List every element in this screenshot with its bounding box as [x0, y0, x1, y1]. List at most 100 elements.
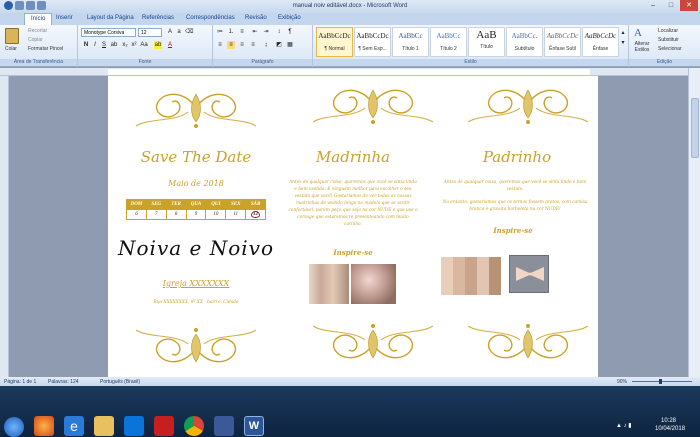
clipboard-group-label: Área de Transferência: [0, 59, 77, 66]
heart-date: 12: [251, 211, 261, 218]
cal-head: TER: [165, 199, 187, 210]
chrome-icon[interactable]: [184, 416, 204, 436]
borders-icon[interactable]: ▦: [286, 41, 294, 49]
vertical-scrollbar[interactable]: [688, 68, 700, 377]
style-sample: AaBbCcDc: [318, 32, 351, 40]
find-button[interactable]: Localizar: [658, 28, 678, 34]
cal-day: 8: [165, 209, 187, 220]
zoom-level[interactable]: 90%: [617, 379, 627, 385]
select-button[interactable]: Selecionar: [658, 46, 682, 52]
strikethrough-icon[interactable]: ab: [110, 41, 118, 49]
language[interactable]: Português (Brasil): [100, 379, 140, 385]
highlight-icon[interactable]: ab: [154, 41, 162, 49]
superscript-icon[interactable]: x²: [130, 41, 138, 49]
style-emphasis[interactable]: AaBbCcDc Ênfase: [582, 27, 619, 57]
vertical-ruler[interactable]: [0, 76, 9, 377]
cal-day: 11: [225, 209, 247, 220]
tab-revisao[interactable]: Revisão: [245, 15, 267, 21]
align-center-icon[interactable]: ≡: [227, 41, 235, 49]
font-color-icon[interactable]: A: [166, 41, 174, 49]
close-button[interactable]: ✕: [680, 0, 698, 11]
scroll-thumb[interactable]: [691, 98, 699, 158]
style-name: Ênfase: [592, 46, 609, 52]
maximize-button[interactable]: □: [662, 0, 680, 11]
tab-referencias[interactable]: Referências: [142, 15, 174, 21]
numbering-icon[interactable]: ⒈: [227, 28, 235, 36]
style-heading1[interactable]: AaBbCc Título 1: [392, 27, 429, 57]
ie-icon[interactable]: e: [64, 416, 84, 436]
change-styles-icon[interactable]: A: [634, 27, 646, 39]
cal-head: SEX: [225, 199, 247, 210]
pdf-icon[interactable]: [154, 416, 174, 436]
style-subtitle[interactable]: AaBbCc. Subtítulo: [506, 27, 543, 57]
shrink-font-icon[interactable]: a: [175, 28, 183, 36]
cal-day-heart: 12: [245, 209, 266, 220]
grow-font-icon[interactable]: A: [166, 28, 174, 36]
tab-exibicao[interactable]: Exibição: [278, 15, 301, 21]
ornament-bottom-1: [135, 327, 257, 363]
paste-button[interactable]: Colar: [5, 46, 17, 52]
sort-icon[interactable]: ↕: [275, 28, 283, 36]
style-title[interactable]: AaB Título: [468, 27, 505, 57]
month-label: Maio de 2018: [168, 179, 224, 188]
swatch: [453, 257, 465, 295]
tray-icons[interactable]: ▲ ♪ ▮: [616, 422, 632, 429]
style-normal[interactable]: AaBbCcDc ¶ Normal: [316, 27, 353, 57]
justify-icon[interactable]: ≡: [249, 41, 257, 49]
change-case-icon[interactable]: Aa: [140, 41, 148, 49]
align-right-icon[interactable]: ≡: [238, 41, 246, 49]
explorer-icon[interactable]: [94, 416, 114, 436]
multilevel-icon[interactable]: ≡: [238, 28, 246, 36]
replace-button[interactable]: Substituir: [658, 37, 679, 43]
tab-inicio[interactable]: Início: [24, 13, 53, 25]
horizontal-ruler[interactable]: [0, 68, 700, 76]
paragraph-group: ≔ ⒈ ≡ ⇤ ⇥ ↕ ¶ ≡ ≡ ≡ ≡ ↨ ◩ ▦ Parágrafo: [213, 25, 313, 67]
tab-layout[interactable]: Layout da Página: [87, 15, 134, 21]
word-count[interactable]: Palavras: 124: [48, 379, 79, 385]
style-no-spacing[interactable]: AaBbCcDc ¶ Sem Esp...: [354, 27, 391, 57]
style-subtle-emphasis[interactable]: AaBbCcDc Ênfase Sutil: [544, 27, 581, 57]
madrinha-inspire: Inspire-se: [333, 248, 373, 257]
style-name: Título 2: [440, 46, 457, 52]
ornament-bottom-3: [467, 323, 589, 359]
firefox-icon[interactable]: [34, 416, 54, 436]
align-left-icon[interactable]: ≡: [216, 41, 224, 49]
tab-inserir[interactable]: Inserir: [56, 15, 73, 21]
clock-date[interactable]: 10/04/2018: [655, 426, 685, 432]
document-page[interactable]: Save The Date Maio de 2018 DOM SEG TER QUA Q…: [108, 76, 598, 377]
underline-icon[interactable]: S: [100, 41, 108, 49]
change-styles-button[interactable]: Alterar Estilos: [630, 41, 654, 53]
minimize-button[interactable]: –: [644, 0, 662, 11]
decrease-indent-icon[interactable]: ⇤: [251, 28, 259, 36]
font-size-input[interactable]: 12: [138, 28, 162, 37]
tab-correspondencias[interactable]: Correspondências: [186, 15, 235, 21]
zoom-slider[interactable]: [632, 379, 692, 384]
increase-indent-icon[interactable]: ⇥: [262, 28, 270, 36]
word-taskbar-icon[interactable]: W: [244, 416, 264, 436]
bridesmaids-photo: [309, 264, 349, 304]
line-spacing-icon[interactable]: ↨: [262, 41, 270, 49]
font-name-input[interactable]: Monotype Corsiva: [81, 28, 136, 37]
app-icon[interactable]: [214, 416, 234, 436]
shading-icon[interactable]: ◩: [275, 41, 283, 49]
format-painter-button[interactable]: Formatar Pincel: [28, 46, 63, 52]
show-marks-icon[interactable]: ¶: [286, 28, 294, 36]
start-button-icon[interactable]: [4, 417, 24, 437]
cut-button[interactable]: Recortar: [28, 28, 47, 34]
bold-icon[interactable]: N: [82, 41, 90, 49]
style-sample: AaBbCc: [398, 32, 423, 40]
bowtie-photo: [509, 255, 549, 293]
styles-scroll-up-icon[interactable]: ▴: [619, 29, 627, 37]
subscript-icon[interactable]: x₂: [121, 41, 129, 49]
clock-time[interactable]: 10:28: [661, 418, 676, 424]
style-heading2[interactable]: AaBbCc Título 2: [430, 27, 467, 57]
clear-format-icon[interactable]: ⌫: [185, 28, 193, 36]
bullets-icon[interactable]: ≔: [216, 28, 224, 36]
padrinho-title: Padrinho: [482, 148, 552, 166]
paste-icon[interactable]: [5, 28, 19, 44]
italic-icon[interactable]: I: [91, 41, 99, 49]
media-icon[interactable]: [124, 416, 144, 436]
copy-button[interactable]: Copiar: [28, 37, 43, 43]
styles-scroll-down-icon[interactable]: ▾: [619, 39, 627, 47]
page-count[interactable]: Página: 1 de 1: [4, 379, 36, 385]
